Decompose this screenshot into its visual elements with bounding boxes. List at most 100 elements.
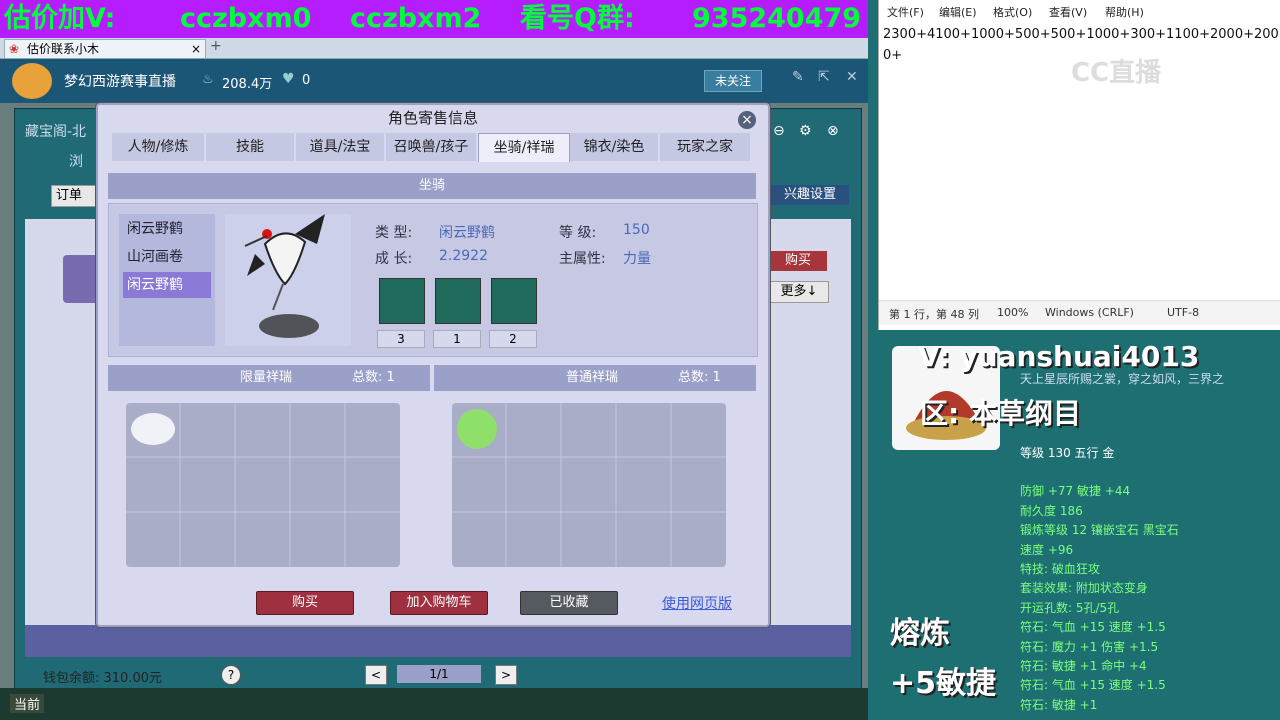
banner-group-number: 935240479 [692,3,862,34]
skill-count: 1 [433,330,481,348]
tab-character[interactable]: 人物/修炼 [112,133,204,161]
like-count: 0 [302,73,311,88]
mount-portrait [225,214,351,346]
banner-contact-2: cczbxm2 [350,3,482,34]
dialog-close-icon[interactable]: × [738,111,756,129]
stream-header: 梦幻西游赛事直播 ♨ 208.4万 ♥ 0 未关注 ✎ ⇱ ✕ [0,59,868,103]
overlay-refine: 熔炼 [890,616,950,651]
tab-home[interactable]: 玩家之家 [660,133,750,161]
settings-gear-icon[interactable]: ⚙ [799,123,812,139]
mount-info-panel: 闲云野鹤 山河画卷 闲云野鹤 类 型: 闲云野鹤 等 级: 150 成 长: 2… [108,203,758,357]
item-attr-line: 等级 130 五行 金 [1020,446,1115,460]
page-indicator: 1/1 [397,665,481,683]
tab-skills[interactable]: 技能 [206,133,294,161]
tab-favicon-icon: ❀ [9,42,20,56]
item-attr-line: 防御 +77 敏捷 +44 [1020,484,1131,499]
limited-grid [126,403,400,567]
tab-mounts[interactable]: 坐骑/祥瑞 [478,133,570,162]
limited-mount-icon [131,413,175,445]
listing-buy-button[interactable]: 购买 [769,251,827,271]
game-logo-icon [12,63,52,99]
flame-icon: ♨ [202,72,214,87]
item-attr-line: 符石: 魔力 +1 伤害 +1.5 [1020,639,1159,654]
item-attr-line: 符石: 敏捷 +1 命中 +4 [1020,659,1147,674]
type-label: 类 型: [375,225,413,241]
encoding: UTF-8 [1167,306,1200,319]
channel-current[interactable]: 当前 [10,694,45,713]
menu-view[interactable]: 查看(V) [1049,4,1087,20]
game-taskbar: 当前 [0,688,868,720]
level-value: 150 [623,222,650,238]
browser-tab-bar: ❀ 估价联系小木 × + [0,38,868,59]
use-web-version-link[interactable]: 使用网页版 [662,593,732,613]
banner-contact-1: cczbxm0 [180,3,312,34]
item-attr-line: 符石: 敏捷 +1 [1020,697,1098,712]
item-attr-line: 特技: 破血狂攻 [1020,562,1100,577]
more-button[interactable]: 更多↓ [769,281,829,303]
limited-title: 限量祥瑞 [240,370,293,385]
notepad-window: 文件(F) 编辑(E) 格式(O) 查看(V) 帮助(H) 2300+4100+… [878,0,1280,330]
mount-skill-icon[interactable] [379,278,425,324]
zoom-level: 100% [997,306,1029,319]
promo-banner: 估价加V: cczbxm0 cczbxm2 看号Q群: 935240479 [0,0,868,38]
listing-footer [25,625,851,657]
tab-close-icon[interactable]: × [191,40,201,58]
overlay-wechat: V: yuanshuai4013 [918,340,1200,373]
pavilion-title: 藏宝阁-北 [25,124,87,140]
notepad-status-bar: 第 1 行，第 48 列 100% Windows (CRLF) UTF-8 [879,300,1280,325]
menu-file[interactable]: 文件(F) [887,4,924,20]
overlay-bonus: +5敏捷 [890,666,997,701]
tab-outfits[interactable]: 锦衣/染色 [570,133,658,161]
crane-mount-icon [244,214,325,338]
follow-button[interactable]: 未关注 [704,70,762,92]
new-tab-icon[interactable]: + [210,38,222,54]
item-attr-line: 符石: 气血 +15 速度 +1.5 [1020,678,1166,693]
buy-button[interactable]: 购买 [256,591,354,615]
interest-settings-button[interactable]: 兴趣设置 [771,185,849,205]
add-to-cart-button[interactable]: 加入购物车 [390,591,488,615]
mount-list-item-selected[interactable]: 闲云野鹤 [123,272,211,298]
share-icon[interactable]: ⇱ [818,69,830,85]
item-attr-list: 等级 130 五行 金 防御 +77 敏捷 +44 耐久度 186 锻炼等级 1… [1020,444,1276,715]
limited-grid-lines [126,403,400,567]
browser-tab[interactable]: ❀ 估价联系小木 × [4,39,206,58]
close-stream-icon[interactable]: ✕ [846,69,858,85]
normal-grid [452,403,726,567]
notepad-menu-bar: 文件(F) 编辑(E) 格式(O) 查看(V) 帮助(H) [879,4,1280,22]
normal-header: 普通祥瑞 总数: 1 [434,365,756,391]
item-attr-line: 耐久度 186 [1020,503,1083,518]
main-attr-value: 力量 [623,251,651,267]
limited-total: 总数: 1 [352,370,395,385]
pin-icon[interactable]: ✎ [792,69,804,85]
mount-list-item[interactable]: 山河画卷 [123,244,211,270]
banner-label-group: 看号Q群: [520,3,635,34]
tab-items[interactable]: 道具/法宝 [296,133,384,161]
type-value: 闲云野鹤 [439,225,495,241]
main-attr-label: 主属性: [559,251,606,267]
help-icon[interactable]: ? [221,665,241,685]
menu-format[interactable]: 格式(O) [993,4,1032,20]
mount-skill-icon[interactable] [491,278,537,324]
item-attr-line: 锻炼等级 12 镶嵌宝石 黑宝石 [1020,523,1179,538]
cc-watermark: CC直播 [1071,58,1162,88]
next-page-button[interactable]: > [495,665,517,685]
item-tooltip-panel: 天上星辰所赐之裳，穿之如风，三界之 等级 130 五行 金 防御 +77 敏捷 … [878,336,1280,720]
heart-icon: ♥ [282,71,295,87]
minimize-icon[interactable]: ⊖ [773,123,785,139]
menu-help[interactable]: 帮助(H) [1105,4,1144,20]
item-attr-line: 开运孔数: 5孔/5孔 [1020,600,1120,615]
attr-spacer [1020,463,1276,482]
cursor-position: 第 1 行，第 48 列 [889,308,979,321]
tab-pets[interactable]: 召唤兽/孩子 [386,133,476,161]
character-avatar [63,255,99,303]
mount-list-item[interactable]: 闲云野鹤 [123,216,211,242]
mount-skill-icon[interactable] [435,278,481,324]
dialog-title: 角色寄售信息 [387,109,478,127]
prev-page-button[interactable]: < [365,665,387,685]
line-ending: Windows (CRLF) [1045,306,1134,319]
favorited-button[interactable]: 已收藏 [520,591,618,615]
menu-edit[interactable]: 编辑(E) [939,4,977,20]
role-consignment-dialog: 角色寄售信息 × 人物/修炼 技能 道具/法宝 召唤兽/孩子 坐骑/祥瑞 锦衣/… [96,103,770,627]
close-window-icon[interactable]: ⊗ [827,123,839,139]
item-attr-line: 套装效果: 附加状态变身 [1020,581,1148,596]
